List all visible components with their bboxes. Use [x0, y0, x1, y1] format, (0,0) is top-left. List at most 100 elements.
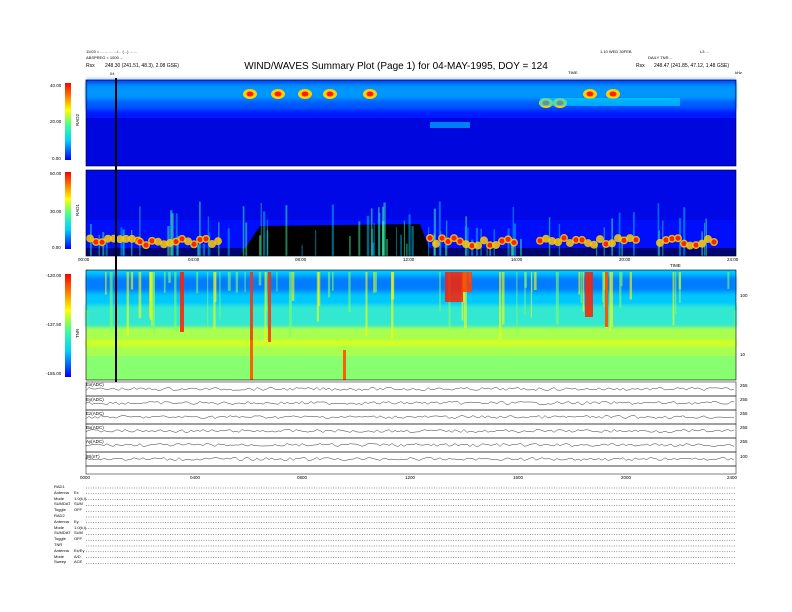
rad1-burst-core	[537, 238, 543, 244]
rad2-band	[430, 122, 470, 128]
rad2-burst-core	[326, 91, 334, 97]
rad1-burst-core	[487, 242, 493, 248]
tnr-burst	[462, 272, 472, 292]
rad1-streak	[403, 220, 406, 256]
rad1-streak	[358, 221, 361, 256]
rad1-streak	[260, 202, 262, 256]
rad1-streak	[411, 226, 414, 256]
rad2-burst-core	[609, 91, 617, 97]
tnr-spike	[343, 350, 346, 380]
rad1-burst	[432, 239, 440, 248]
tnr-streak	[219, 272, 221, 320]
rad1-burst-core	[561, 235, 567, 241]
tnr-burst	[585, 272, 593, 317]
rad1-streak	[395, 227, 397, 256]
rad1-streak	[381, 221, 385, 256]
rad1-streak	[242, 206, 245, 256]
rad1-burst-core	[191, 241, 197, 247]
tnr-streak	[602, 272, 606, 308]
strip-trace	[85, 415, 735, 419]
tnr-streak	[207, 272, 209, 328]
rad1-burst-core	[681, 241, 687, 247]
rad1-burst-core	[149, 238, 155, 244]
tnr-streak	[235, 272, 239, 293]
rad1-streak	[199, 201, 201, 256]
rad1-burst-core	[439, 235, 445, 241]
rad2-band	[540, 98, 680, 106]
tnr-streak	[153, 272, 155, 335]
rad1-burst-core	[693, 242, 699, 248]
rad1-streak	[611, 218, 614, 256]
rad1-burst-core	[499, 238, 505, 244]
tnr-streak	[578, 272, 581, 295]
tnr-streak	[674, 272, 677, 314]
tnr-streak	[196, 272, 199, 294]
tnr-streak	[276, 272, 278, 292]
tnr-streak	[555, 272, 559, 325]
tnr-streak	[163, 272, 166, 293]
tnr-streak	[609, 272, 612, 331]
summary-plot	[65, 78, 737, 564]
tnr-streak	[138, 272, 142, 319]
tnr-streak	[244, 272, 246, 292]
rad1-burst-core	[173, 239, 179, 245]
rad1-burst-core	[621, 237, 627, 243]
tnr-streak	[533, 272, 537, 291]
tnr-streak	[672, 272, 675, 326]
tnr-streak	[288, 272, 292, 338]
rad1-burst-core	[427, 235, 433, 241]
rad1-streak	[386, 238, 388, 256]
tnr-streak	[130, 272, 134, 290]
tnr-streak	[391, 272, 395, 300]
rad1-burst-core	[469, 243, 475, 249]
rad2-burst-core	[274, 91, 282, 97]
rad1-streak	[331, 204, 334, 256]
rad1-streak	[400, 234, 402, 256]
tnr-streak	[227, 272, 231, 291]
tnr-streak	[258, 272, 262, 286]
tnr-streak	[516, 272, 518, 338]
rad1-streak	[349, 235, 351, 256]
rad1-streak	[520, 238, 522, 256]
rad1-colorbar	[65, 172, 71, 249]
rad1-burst-core	[505, 236, 511, 242]
rad1-streak	[301, 244, 303, 256]
rad1-streak	[263, 211, 266, 256]
rad2-colorbar	[65, 83, 71, 160]
tnr-streak	[264, 272, 267, 342]
rad1-streak	[175, 213, 178, 256]
tnr-streak	[678, 272, 681, 303]
footer-dotted-lines	[86, 487, 736, 564]
strip-trace	[85, 457, 735, 461]
rad1-streak	[366, 215, 370, 256]
rad2-burst-core	[301, 91, 309, 97]
tnr-streak	[149, 272, 152, 302]
rad2-spectrogram	[86, 80, 736, 166]
rad1-burst-core	[457, 238, 463, 244]
rad2-burst-core	[586, 91, 594, 97]
tnr-streak	[348, 272, 351, 313]
tnr-streak	[629, 272, 633, 300]
rad1-burst-core	[179, 236, 185, 242]
rad1-burst-core	[669, 236, 675, 242]
rad1-streak	[131, 229, 133, 256]
rad1-burst-core	[633, 237, 639, 243]
rad1-streak	[202, 243, 206, 256]
rad1-streak	[122, 230, 125, 256]
lower-axis-frame	[85, 465, 737, 475]
tnr-streak	[499, 272, 502, 341]
tnr-streak	[619, 272, 622, 308]
rad1-burst-core	[511, 240, 517, 246]
tnr-streak	[531, 272, 533, 293]
rad1-burst-core	[675, 235, 681, 241]
rad1-streak	[632, 212, 635, 256]
tnr-burst	[605, 272, 608, 327]
rad1-burst-core	[445, 239, 451, 245]
rad1-streak	[465, 216, 468, 256]
tnr-streak	[105, 272, 107, 295]
rad1-streak	[377, 207, 380, 256]
tnr-streak	[174, 272, 177, 331]
rad1-streak	[227, 228, 230, 256]
tnr-streak	[439, 272, 441, 312]
tnr-streak	[375, 272, 378, 293]
